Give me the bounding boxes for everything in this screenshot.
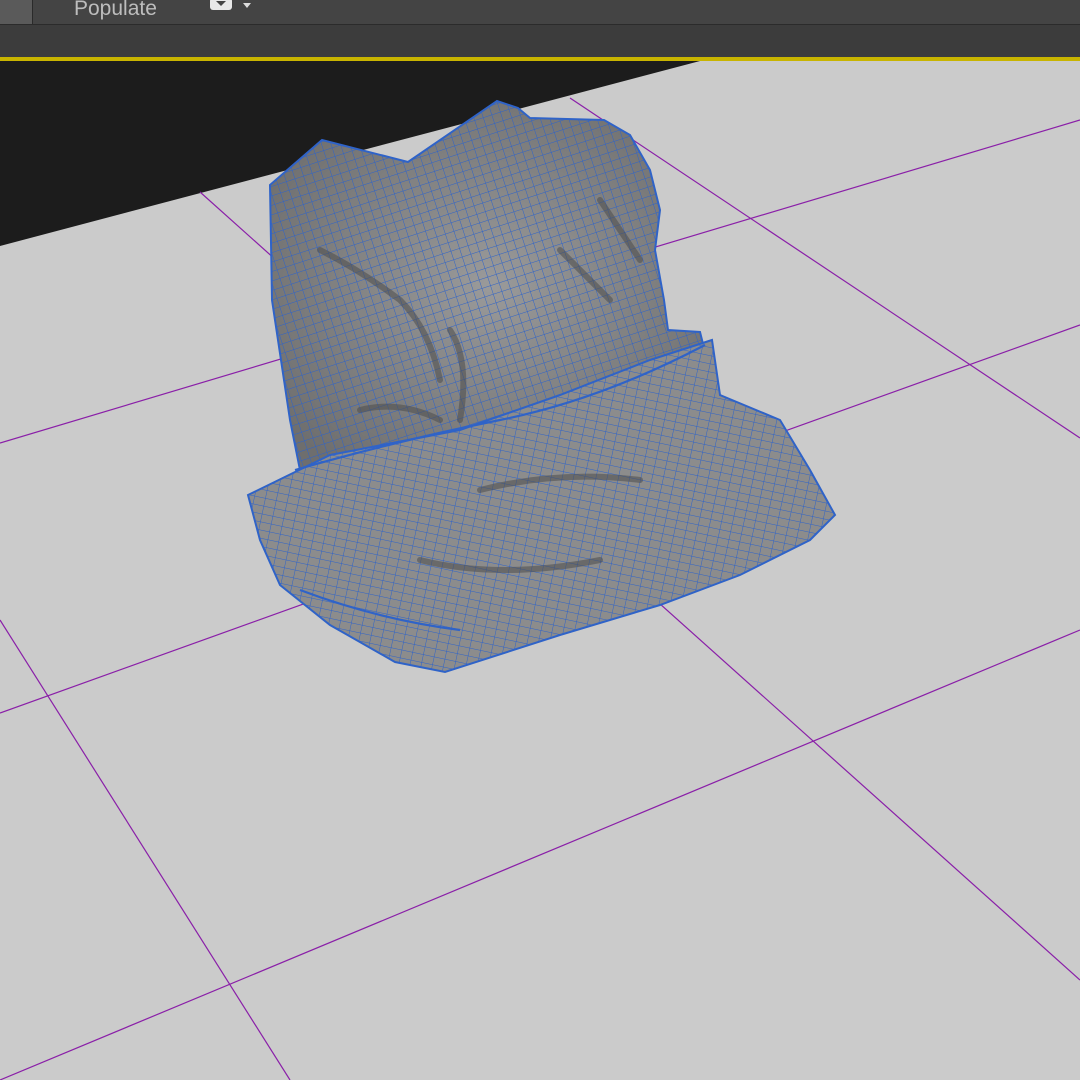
ribbon-panel: [0, 25, 1080, 57]
tab-populate[interactable]: Populate: [74, 0, 157, 22]
ribbon-toolbar: Populate: [0, 0, 1080, 25]
chevron-down-icon: [243, 3, 251, 8]
perspective-viewport[interactable]: [0, 61, 1080, 1080]
object-paint-dropdown[interactable]: [208, 0, 258, 20]
object-paint-icon: [210, 0, 232, 10]
ribbon-tab-previous[interactable]: [0, 0, 33, 24]
